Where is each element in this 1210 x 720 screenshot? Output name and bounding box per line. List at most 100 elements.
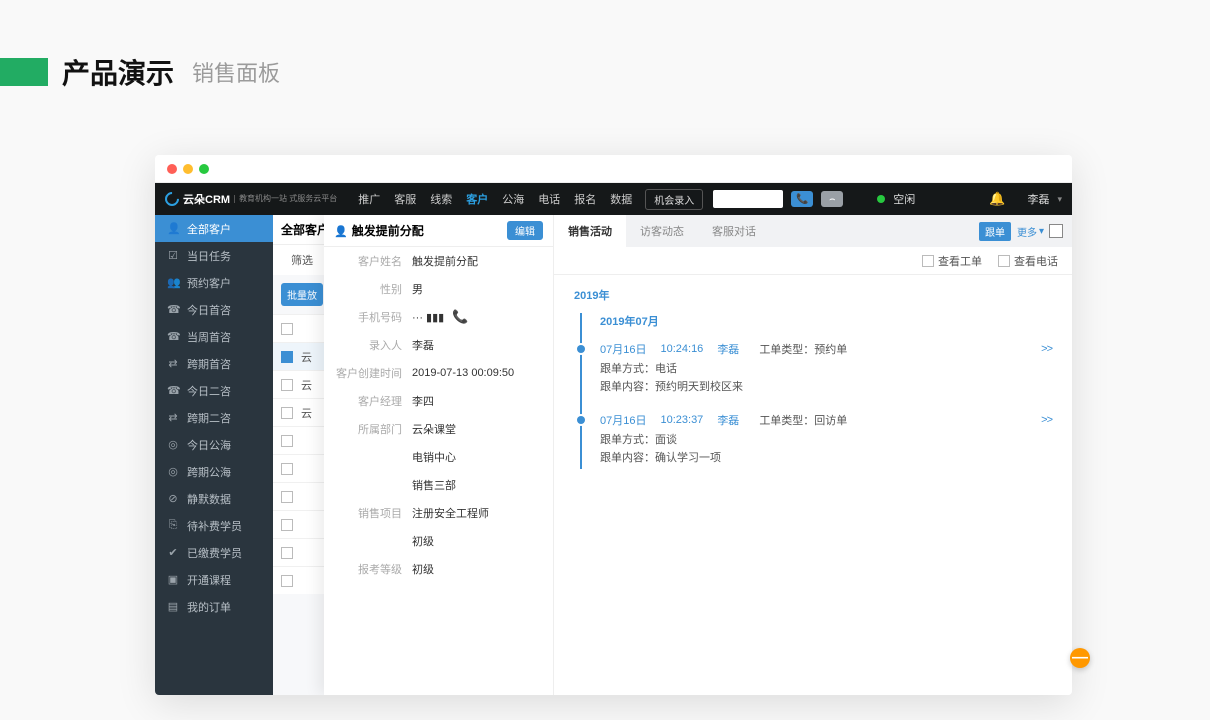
top-nav: 云朵CRM 教育机构一站 式服务云平台 推广客服线索客户公海电话报名数据 机会录… (155, 183, 1072, 215)
field-value: 电销中心 (412, 449, 456, 465)
sidebar-item-静默数据[interactable]: ⊘ 静默数据 (155, 485, 273, 512)
status-text[interactable]: 空闲 (893, 191, 915, 207)
sidebar-item-跨期二咨[interactable]: ⇄跨期二咨 (155, 404, 273, 431)
row-checkbox[interactable] (281, 435, 293, 447)
sidebar-icon: ☎ (167, 303, 179, 316)
sidebar-item-label: 待补费学员 (187, 518, 242, 534)
nav-item-数据[interactable]: 数据 (603, 191, 639, 207)
status-dot-icon (877, 195, 885, 203)
sidebar-item-全部客户[interactable]: 👤全部客户 (155, 215, 273, 242)
row-checkbox[interactable] (281, 519, 293, 531)
nav-item-客服[interactable]: 客服 (387, 191, 423, 207)
tab-客服对话[interactable]: 客服对话 (698, 215, 770, 247)
brand-logo[interactable]: 云朵CRM 教育机构一站 式服务云平台 (165, 191, 337, 207)
sidebar-item-label: 开通课程 (187, 572, 231, 588)
sidebar-icon: ☑ (167, 249, 179, 262)
sidebar-item-跨期首咨[interactable]: ⇄跨期首咨 (155, 350, 273, 377)
expand-icon[interactable]: >> (1041, 343, 1052, 355)
detail-overlay: 触发提前分配 编辑 客户姓名触发提前分配性别男手机号码··· ▮▮▮📞录入人李磊… (324, 215, 1072, 695)
sidebar-item-跨期公海[interactable]: ◎跨期公海 (155, 458, 273, 485)
nav-item-电话[interactable]: 电话 (531, 191, 567, 207)
sidebar-icon: ⊘ (167, 492, 179, 505)
sidebar-item-预约客户[interactable]: 👥预约客户 (155, 269, 273, 296)
detail-field: 初级 (324, 527, 553, 555)
expand-icon[interactable]: >> (1041, 414, 1052, 426)
row-checkbox[interactable] (281, 575, 293, 587)
view-ticket-checkbox[interactable]: 查看工单 (922, 253, 982, 269)
follow-tag[interactable]: 跟单 (979, 222, 1011, 241)
activity-panel: 销售活动访客动态客服对话 跟单 更多▾ 查看工单 查看电话 2019年 (554, 215, 1072, 695)
sidebar-item-今日公海[interactable]: ◎今日公海 (155, 431, 273, 458)
current-user[interactable]: 李磊 (1027, 191, 1049, 207)
nav-item-报名[interactable]: 报名 (567, 191, 603, 207)
nav-item-线索[interactable]: 线索 (423, 191, 459, 207)
field-value: 触发提前分配 (412, 253, 478, 269)
activity-filter-row: 查看工单 查看电话 (554, 247, 1072, 275)
sidebar-item-label: 静默数据 (187, 491, 231, 507)
sidebar-item-我的订单[interactable]: ▤我的订单 (155, 593, 273, 620)
sidebar-item-今日首咨[interactable]: ☎今日首咨 (155, 296, 273, 323)
entry-line: 跟单内容：预约明天到校区来 (600, 379, 1052, 397)
minimize-window-icon[interactable] (183, 164, 193, 174)
entry-user: 李磊 (717, 341, 739, 357)
row-checkbox[interactable] (281, 379, 293, 391)
batch-release-button[interactable]: 批量放 (281, 283, 323, 306)
phone-hangup-icon[interactable]: ⌢ (821, 191, 843, 207)
field-label: 所属部门 (334, 421, 402, 437)
phone-call-icon[interactable]: 📞 (791, 191, 813, 207)
row-checkbox[interactable] (281, 547, 293, 559)
phone-icon[interactable]: 📞 (452, 309, 468, 325)
search-input[interactable] (713, 190, 783, 208)
entry-line: 跟单内容：确认学习一项 (600, 450, 1052, 468)
timeline-entry: 07月16日10:24:16李磊工单类型：预约单>>跟单方式：电话跟单内容：预约… (600, 341, 1052, 398)
tab-销售活动[interactable]: 销售活动 (554, 215, 626, 247)
entry-time: 10:23:37 (660, 414, 703, 426)
field-label: 客户经理 (334, 393, 402, 409)
more-button[interactable]: 更多▾ (1017, 224, 1044, 239)
entry-line: 跟单方式：面谈 (600, 432, 1052, 450)
detail-field: 报考等级初级 (324, 555, 553, 583)
field-value: 初级 (412, 561, 434, 577)
chevron-down-icon: ▾ (1039, 226, 1044, 237)
nav-item-推广[interactable]: 推广 (351, 191, 387, 207)
row-checkbox[interactable] (281, 323, 293, 335)
row-checkbox[interactable] (281, 351, 293, 363)
sidebar-item-label: 我的订单 (187, 599, 231, 615)
close-window-icon[interactable] (167, 164, 177, 174)
maximize-window-icon[interactable] (199, 164, 209, 174)
field-label: 性别 (334, 281, 402, 297)
row-checkbox[interactable] (281, 407, 293, 419)
opportunity-entry-button[interactable]: 机会录入 (645, 189, 703, 210)
app-body: 👤全部客户☑当日任务👥预约客户☎今日首咨☎当周首咨⇄跨期首咨☎今日二咨⇄跨期二咨… (155, 215, 1072, 695)
entry-type: 工单类型：预约单 (759, 341, 847, 357)
field-label: 销售项目 (334, 505, 402, 521)
edit-button[interactable]: 编辑 (507, 221, 543, 240)
nav-item-客户[interactable]: 客户 (459, 191, 495, 207)
tab-访客动态[interactable]: 访客动态 (626, 215, 698, 247)
detail-fields: 客户姓名触发提前分配性别男手机号码··· ▮▮▮📞录入人李磊客户创建时间2019… (324, 247, 553, 583)
field-value: 云朵课堂 (412, 421, 456, 437)
sidebar-icon: ◎ (167, 438, 179, 451)
sidebar-item-label: 预约客户 (187, 275, 231, 291)
popout-icon[interactable] (1050, 225, 1062, 237)
sidebar-item-待补费学员[interactable]: ⎘待补费学员 (155, 512, 273, 539)
nav-item-公海[interactable]: 公海 (495, 191, 531, 207)
row-checkbox[interactable] (281, 491, 293, 503)
field-label: 手机号码 (334, 309, 402, 325)
row-checkbox[interactable] (281, 463, 293, 475)
field-value: 男 (412, 281, 423, 297)
bell-icon[interactable]: 🔔 (989, 191, 1005, 207)
detail-field: 性别男 (324, 275, 553, 303)
entry-date: 07月16日 (600, 341, 646, 357)
view-phone-checkbox[interactable]: 查看电话 (998, 253, 1058, 269)
sidebar-item-开通课程[interactable]: ▣开通课程 (155, 566, 273, 593)
sidebar-item-当日任务[interactable]: ☑当日任务 (155, 242, 273, 269)
chevron-down-icon[interactable]: ▾ (1057, 194, 1062, 205)
help-bubble[interactable]: — (1070, 648, 1090, 668)
detail-field: 电销中心 (324, 443, 553, 471)
entry-type: 工单类型：回访单 (759, 412, 847, 428)
sidebar-item-今日二咨[interactable]: ☎今日二咨 (155, 377, 273, 404)
sidebar-item-当周首咨[interactable]: ☎当周首咨 (155, 323, 273, 350)
activity-tabs: 销售活动访客动态客服对话 跟单 更多▾ (554, 215, 1072, 247)
sidebar-item-已缴费学员[interactable]: ✔已缴费学员 (155, 539, 273, 566)
